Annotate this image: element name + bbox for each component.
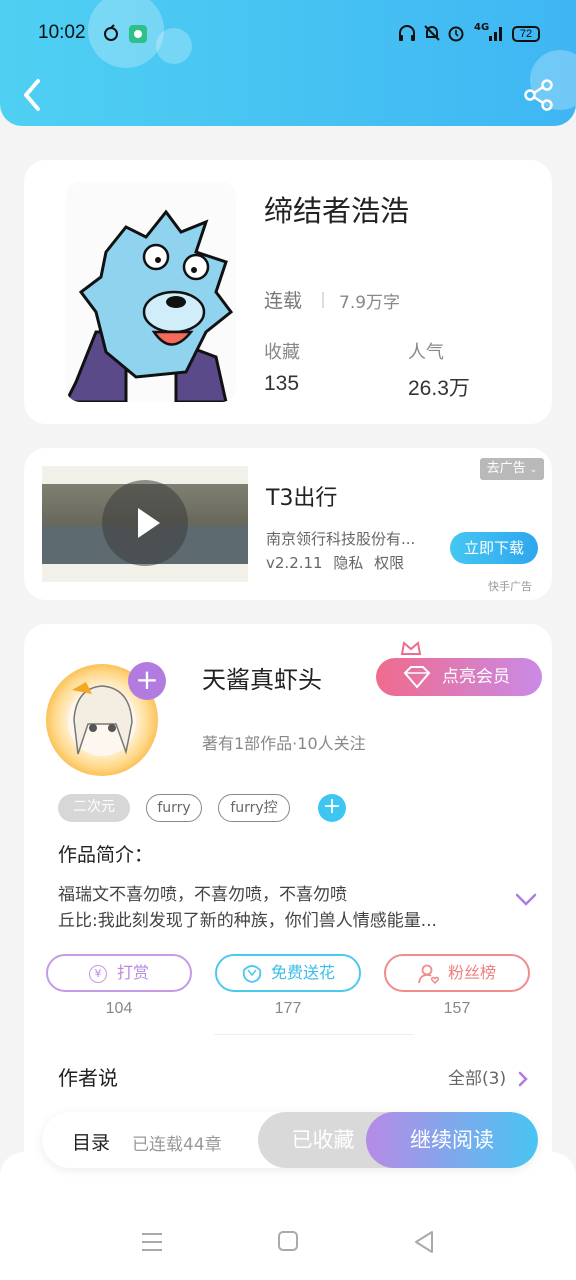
chevron-left-icon: [24, 79, 40, 111]
tag-chip[interactable]: furry控: [218, 794, 290, 822]
tip-button[interactable]: ¥ 打赏: [46, 954, 192, 992]
bottom-action-bar: 目录 已连载44章 已收藏 继续阅读: [42, 1112, 538, 1168]
menu-icon: [142, 1233, 162, 1251]
ad-title: T3出行: [266, 486, 338, 511]
popularity-value: 26.3万: [408, 377, 470, 400]
alarm-icon: [447, 24, 465, 46]
all-label: 全部(3): [448, 1069, 507, 1089]
follow-button[interactable]: +: [128, 662, 166, 700]
intro-line: 福瑞文不喜勿喷，不喜勿喷，不喜勿喷: [58, 885, 347, 905]
tag-chip[interactable]: furry: [146, 794, 202, 822]
book-cover[interactable]: [66, 182, 236, 402]
popularity-label: 人气: [408, 342, 444, 363]
vip-label: 点亮会员: [442, 667, 510, 687]
chevron-down-icon: [515, 893, 537, 906]
mute-bell-icon: [423, 24, 441, 46]
share-icon: [524, 79, 553, 111]
intro-label: 作品简介：: [58, 844, 154, 866]
fan-ranking-label: 粉丝榜: [447, 963, 496, 982]
play-icon: [138, 508, 160, 538]
headphones-icon: [398, 24, 416, 46]
home-square-icon: [278, 1231, 298, 1251]
top-header: 10:02 4G 72: [0, 0, 576, 126]
user-heart-icon: [418, 964, 440, 984]
favorites-label: 收藏: [264, 342, 300, 363]
author-name: 天酱真虾头: [202, 666, 322, 694]
ad-permissions-link[interactable]: 权限: [374, 554, 404, 572]
share-button[interactable]: [522, 78, 556, 112]
flower-icon: [242, 964, 262, 983]
bear-cover-illustration: [66, 182, 236, 402]
battery-icon: 72: [512, 26, 540, 42]
author-say-label: 作者说: [58, 1066, 118, 1090]
tip-label: 打赏: [116, 963, 149, 982]
remove-ad-button[interactable]: 去广告 ⌄: [480, 458, 544, 480]
send-flower-button[interactable]: 免费送花: [215, 954, 361, 992]
ad-video-thumbnail[interactable]: [42, 466, 248, 582]
serial-chapter-count: 已连载44章: [132, 1135, 222, 1155]
status-time: 10:02: [38, 22, 86, 43]
fan-ranking-button[interactable]: 粉丝榜: [384, 954, 530, 992]
serial-status: 连载: [264, 290, 303, 312]
tip-count: 104: [105, 1000, 133, 1017]
app-notification-icon: [102, 24, 120, 46]
menu-nav-button[interactable]: [136, 1228, 168, 1256]
author-meta: 著有1部作品·10人关注: [202, 734, 366, 753]
expand-intro-button[interactable]: [514, 892, 538, 908]
ad-company: 南京领行科技股份有...: [266, 530, 416, 548]
add-tag-button[interactable]: +: [318, 794, 346, 822]
chat-app-icon: [128, 24, 148, 48]
divider: [322, 292, 324, 308]
play-button[interactable]: [102, 480, 188, 566]
crown-icon: [400, 641, 422, 655]
back-button[interactable]: [18, 76, 48, 114]
author-say-all-link[interactable]: 全部(3): [448, 1064, 530, 1089]
signal-icon: [488, 24, 504, 46]
network-type: 4G: [474, 22, 490, 33]
system-nav-area: [0, 1152, 576, 1280]
tag-chip[interactable]: 二次元: [58, 794, 130, 822]
continue-reading-button[interactable]: 继续阅读: [366, 1112, 538, 1168]
ad-download-button[interactable]: 立即下载: [450, 532, 538, 564]
send-flower-label: 免费送花: [270, 963, 335, 982]
toc-button[interactable]: 目录: [72, 1128, 110, 1155]
yen-icon: ¥: [88, 964, 107, 983]
ad-card[interactable]: T3出行 南京领行科技股份有... v2.2.11 隐私 权限 去广告 ⌄ 立即…: [24, 448, 552, 600]
book-title: 缔结者浩浩: [264, 194, 410, 228]
ad-meta: v2.2.11 隐私 权限: [266, 552, 404, 573]
ad-source: 快手广告: [488, 580, 532, 593]
chevron-right-icon: [518, 1071, 528, 1087]
diamond-icon: [403, 666, 431, 689]
thumb-banner: [42, 564, 248, 582]
flower-count: 177: [274, 1000, 302, 1017]
ad-version: v2.2.11: [266, 554, 323, 572]
ad-privacy-link[interactable]: 隐私: [333, 554, 363, 572]
home-nav-button[interactable]: [272, 1228, 304, 1256]
vip-button[interactable]: 点亮会员: [376, 641, 542, 696]
favorites-value: 135: [264, 372, 300, 395]
word-count: 7.9万字: [339, 293, 401, 313]
book-info-card: 缔结者浩浩 连载 7.9万字 收藏 135 人气 26.3万: [24, 160, 552, 424]
chevron-down-icon: ⌄: [529, 465, 538, 475]
remove-ad-label: 去广告: [486, 461, 526, 476]
back-triangle-icon: [415, 1231, 433, 1253]
intro-line: 丘比:我此刻发现了新的种族，你们兽人情感能量...: [58, 911, 437, 931]
fan-count: 157: [443, 1000, 471, 1017]
divider: [214, 1034, 414, 1035]
status-bar: 10:02 4G 72: [0, 18, 576, 52]
back-nav-button[interactable]: [408, 1228, 440, 1256]
